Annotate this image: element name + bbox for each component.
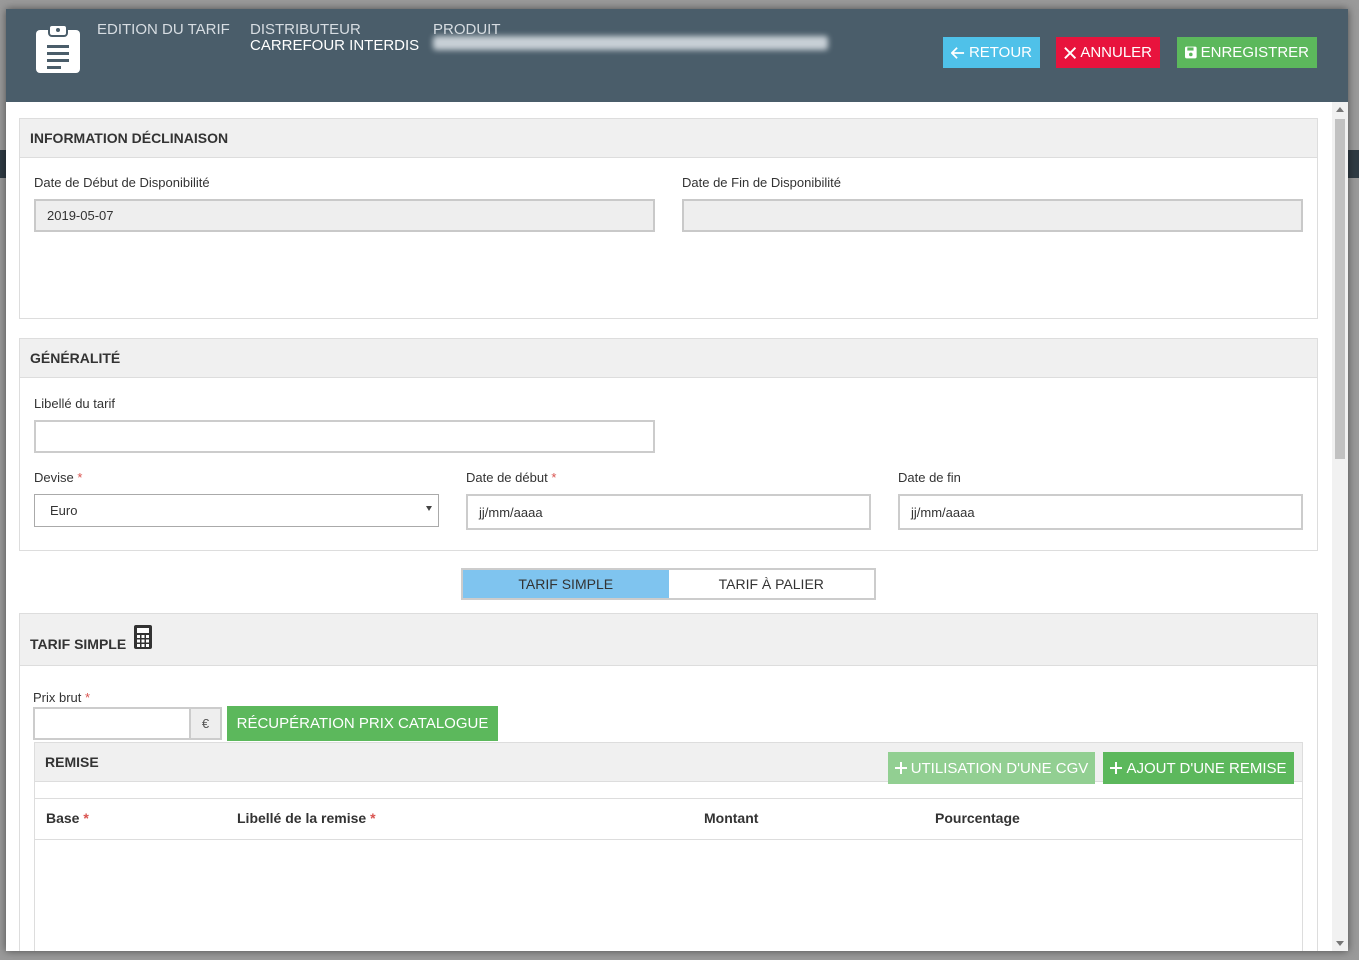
- plus-icon: [1110, 762, 1123, 774]
- prix-brut-label: Prix brut *: [33, 690, 90, 705]
- header-edition: EDITION DU TARIF: [97, 22, 230, 38]
- save-icon: [1185, 46, 1197, 59]
- tarif-simple-header: TARIF SIMPLE: [20, 614, 1317, 666]
- column-header-base: Base *: [46, 810, 89, 826]
- date-debut-label-text: Date de début: [466, 470, 548, 485]
- edit-tariff-modal: EDITION DU TARIF DISTRIBUTEUR CARREFOUR …: [6, 9, 1348, 951]
- scroll-down-arrow-icon[interactable]: [1336, 941, 1344, 946]
- libelle-tarif-label: Libellé du tarif: [34, 396, 115, 411]
- header-produit: PRODUIT: [433, 22, 828, 50]
- clipboard-icon: [36, 24, 80, 73]
- scroll-up-arrow-icon[interactable]: [1336, 107, 1344, 112]
- table-header-divider: [35, 839, 1302, 840]
- date-fin-input[interactable]: jj/mm/aaaa: [898, 494, 1303, 530]
- date-debut-dispo-field[interactable]: 2019-05-07: [34, 199, 655, 232]
- devise-label: Devise *: [34, 470, 82, 485]
- utilisation-cgv-button[interactable]: UTILISATION D'UNE CGV: [888, 752, 1095, 784]
- tarif-simple-title: TARIF SIMPLE: [30, 635, 127, 652]
- calculator-icon: [134, 624, 153, 649]
- devise-select[interactable]: Euro: [34, 494, 439, 527]
- date-fin-dispo-label: Date de Fin de Disponibilité: [682, 175, 841, 190]
- header-distributeur: DISTRIBUTEUR CARREFOUR INTERDIS: [250, 22, 419, 54]
- enregistrer-label: ENREGISTRER: [1200, 44, 1309, 61]
- currency-addon: €: [191, 707, 222, 740]
- modal-body: INFORMATION DÉCLINAISON Date de Début de…: [6, 102, 1332, 951]
- ajout-remise-label: AJOUT D'UNE REMISE: [1126, 759, 1287, 777]
- arrow-left-icon: [951, 46, 965, 59]
- info-declinaison-title: INFORMATION DÉCLINAISON: [20, 119, 1317, 158]
- recuperation-prix-catalogue-button[interactable]: RÉCUPÉRATION PRIX CATALOGUE: [227, 706, 498, 741]
- required-marker: *: [77, 470, 83, 485]
- modal-header: EDITION DU TARIF DISTRIBUTEUR CARREFOUR …: [6, 9, 1348, 102]
- required-marker: *: [85, 690, 91, 705]
- scroll-thumb[interactable]: [1335, 119, 1345, 459]
- plus-icon: [894, 762, 907, 774]
- required-marker: *: [551, 470, 557, 485]
- close-icon: [1064, 46, 1077, 59]
- info-declinaison-panel: INFORMATION DÉCLINAISON Date de Début de…: [19, 118, 1318, 319]
- prix-brut-input[interactable]: [33, 707, 191, 740]
- annuler-button[interactable]: ANNULER: [1056, 37, 1160, 68]
- date-fin-label: Date de fin: [898, 470, 961, 485]
- date-fin-dispo-field[interactable]: [682, 199, 1303, 232]
- enregistrer-button[interactable]: ENREGISTRER: [1177, 37, 1317, 68]
- required-marker: *: [370, 810, 376, 826]
- devise-value: Euro: [50, 503, 78, 518]
- remise-title: REMISE: [45, 754, 99, 770]
- date-debut-dispo-label: Date de Début de Disponibilité: [34, 175, 210, 190]
- date-debut-input[interactable]: jj/mm/aaaa: [466, 494, 871, 530]
- divider: [35, 798, 1302, 799]
- modal-scrollbar[interactable]: [1332, 102, 1348, 951]
- distributeur-label: DISTRIBUTEUR: [250, 21, 361, 38]
- generalite-title: GÉNÉRALITÉ: [20, 339, 1317, 378]
- devise-label-text: Devise: [34, 470, 74, 485]
- annuler-label: ANNULER: [1080, 44, 1152, 61]
- column-header-montant: Montant: [704, 810, 759, 826]
- retour-label: RETOUR: [968, 44, 1032, 61]
- column-libelle-label: Libellé de la remise: [237, 810, 367, 826]
- retour-button[interactable]: RETOUR: [943, 37, 1040, 68]
- tab-tarif-palier[interactable]: TARIF À PALIER: [669, 570, 875, 598]
- date-debut-label: Date de début *: [466, 470, 556, 485]
- tarif-type-tabs: TARIF SIMPLE TARIF À PALIER: [461, 568, 876, 600]
- chevron-down-icon: [426, 506, 432, 511]
- required-marker: *: [83, 810, 89, 826]
- column-base-label: Base: [46, 810, 80, 826]
- edition-title: EDITION DU TARIF: [97, 21, 230, 38]
- prix-brut-label-text: Prix brut: [33, 690, 82, 705]
- ajout-remise-button[interactable]: AJOUT D'UNE REMISE: [1103, 752, 1294, 784]
- distributeur-value: CARREFOUR INTERDIS: [250, 37, 420, 54]
- utilisation-cgv-label: UTILISATION D'UNE CGV: [910, 759, 1089, 777]
- tab-tarif-simple[interactable]: TARIF SIMPLE: [463, 570, 669, 598]
- generalite-panel: GÉNÉRALITÉ Libellé du tarif Devise * Eur…: [19, 338, 1318, 551]
- produit-value-redacted: [433, 36, 828, 50]
- libelle-tarif-input[interactable]: [34, 420, 655, 453]
- column-header-libelle: Libellé de la remise *: [237, 810, 376, 826]
- remise-panel: REMISE UTILISATION D'UNE CGV AJOUT D'UNE…: [34, 742, 1303, 951]
- column-header-pourcentage: Pourcentage: [935, 810, 1020, 826]
